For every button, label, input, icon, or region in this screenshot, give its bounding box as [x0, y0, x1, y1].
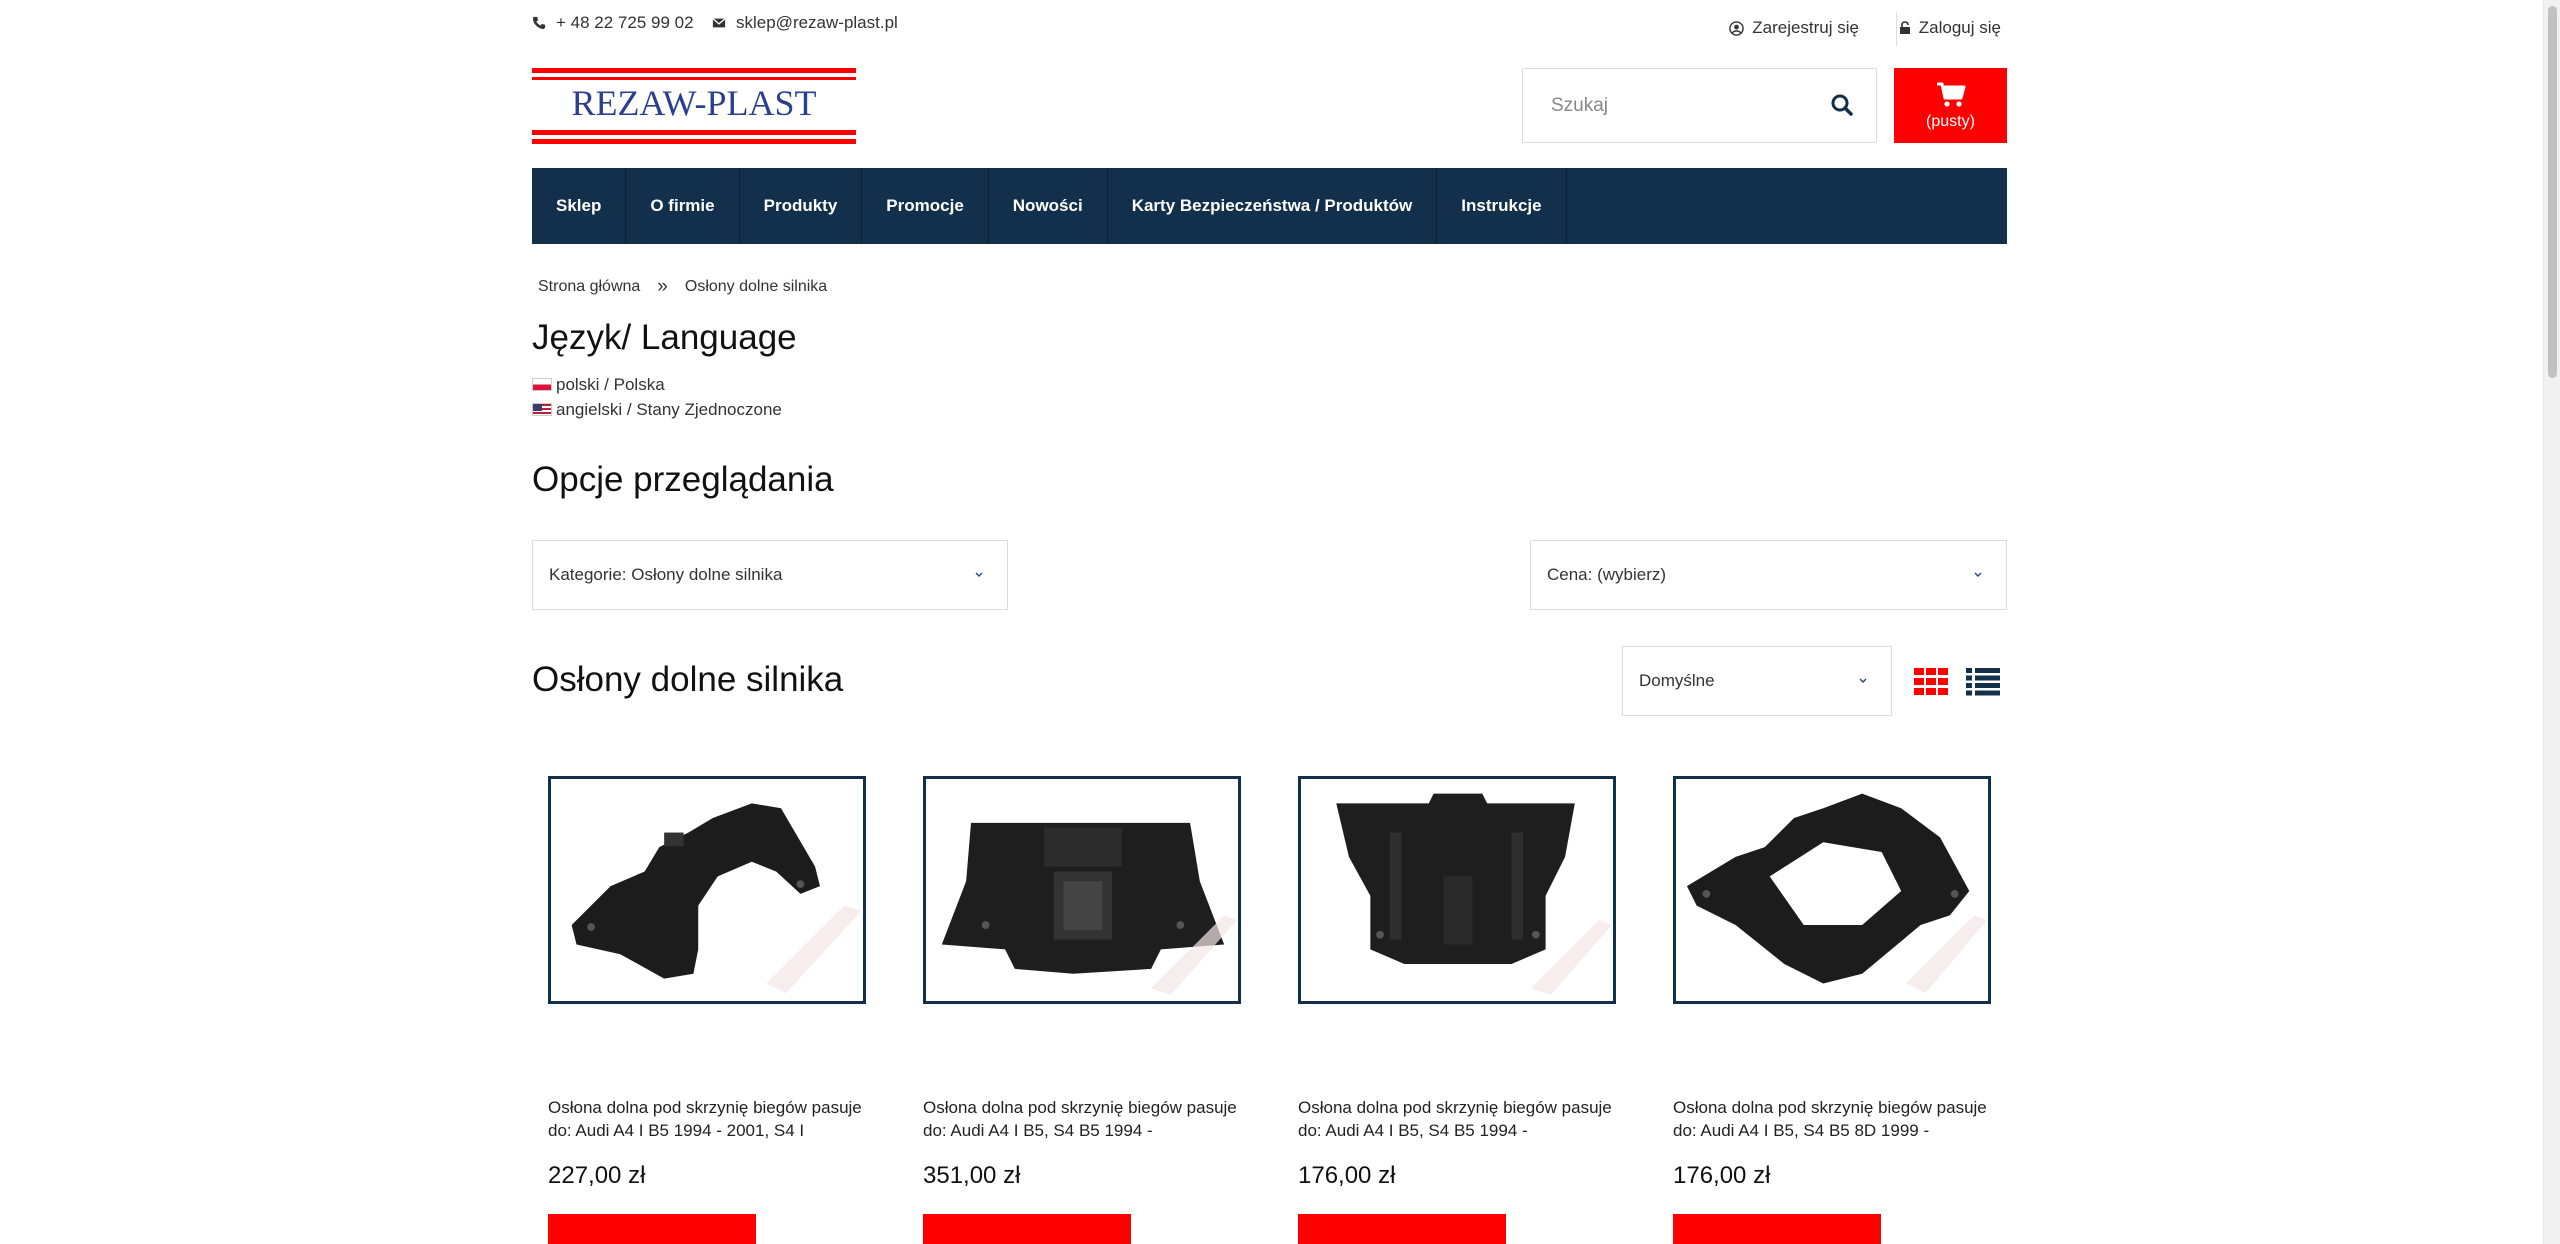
product-card[interactable]: Osłona dolna pod skrzynię biegów pasuje … [923, 776, 1241, 1244]
list-view-icon[interactable] [1966, 668, 2000, 696]
category-select[interactable]: Kategorie: Osłony dolne silnika [532, 540, 1008, 610]
us-flag-icon [532, 403, 552, 416]
language-label: polski / Polska [556, 375, 665, 394]
nav-item-nowosci[interactable]: Nowości [989, 168, 1108, 244]
top-bar: + 48 22 725 99 02 sklep@rezaw-plast.pl Z… [532, 0, 2007, 60]
chevron-down-icon [1859, 678, 1867, 683]
language-option-en[interactable]: angielski / Stany Zjednoczone [532, 397, 782, 422]
product-image[interactable] [548, 776, 866, 1004]
breadcrumb-separator: » [657, 276, 668, 297]
language-list: polski / Polska angielski / Stany Zjedno… [532, 372, 782, 422]
sort-select-value: Domyślne [1639, 671, 1715, 690]
scrollbar-thumb[interactable] [2548, 6, 2557, 378]
nav-item-promocje[interactable]: Promocje [862, 168, 989, 244]
product-price: 351,00 zł [923, 1162, 1021, 1189]
category-title: Osłony dolne silnika [532, 660, 844, 699]
register-link[interactable]: Zarejestruj się [1729, 18, 1859, 38]
main-nav: Sklep O firmie Produkty Promocje Nowości… [532, 168, 2007, 244]
cart-status: (pusty) [1926, 113, 1975, 130]
product-image[interactable] [1298, 776, 1616, 1004]
rezaw-plast-logo: REZAW-PLAST [532, 68, 856, 144]
cart-icon [1936, 82, 1965, 107]
breadcrumb-home[interactable]: Strona główna [538, 278, 640, 296]
nav-item-karty[interactable]: Karty Bezpieczeństwa / Produktów [1108, 168, 1438, 244]
add-to-cart-button[interactable] [548, 1214, 756, 1244]
phone-icon [532, 16, 546, 30]
language-title: Język/ Language [532, 318, 797, 357]
product-card[interactable]: Osłona dolna pod skrzynię biegów pasuje … [548, 776, 866, 1244]
site-logo[interactable]: REZAW-PLAST [532, 68, 856, 144]
nav-item-o-firmie[interactable]: O firmie [626, 168, 740, 244]
phone-number: + 48 22 725 99 02 [556, 13, 694, 32]
product-name[interactable]: Osłona dolna pod skrzynię biegów pasuje … [1298, 1096, 1616, 1142]
login-label: Zaloguj się [1918, 18, 2001, 37]
envelope-icon [712, 18, 726, 28]
nav-item-produkty[interactable]: Produkty [740, 168, 863, 244]
product-image[interactable] [1673, 776, 1991, 1004]
undertray-image [1336, 793, 1612, 996]
undertray-image [941, 822, 1237, 996]
chevron-down-icon [975, 572, 983, 577]
breadcrumb: Strona główna » Osłony dolne silnika [538, 276, 827, 298]
phone-contact[interactable]: + 48 22 725 99 02 [532, 13, 694, 33]
price-select-value: Cena: (wybierz) [1547, 565, 1667, 584]
price-select[interactable]: Cena: (wybierz) [1530, 540, 2007, 610]
chevron-down-icon [1974, 572, 1982, 577]
pl-flag-icon [532, 378, 552, 391]
breadcrumb-current: Osłony dolne silnika [684, 278, 828, 295]
search-input[interactable] [1523, 69, 1793, 142]
undertray-image [571, 803, 862, 994]
add-to-cart-button[interactable] [1298, 1214, 1506, 1244]
login-link[interactable]: Zaloguj się [1899, 18, 2001, 38]
product-price: 176,00 zł [1298, 1162, 1396, 1189]
grid-view-icon[interactable] [1914, 668, 1948, 696]
register-label: Zarejestruj się [1752, 18, 1859, 37]
email-contact[interactable]: sklep@rezaw-plast.pl [712, 13, 898, 33]
product-price: 227,00 zł [548, 1162, 646, 1189]
undertray-image [1686, 793, 1987, 994]
page-scrollbar[interactable] [2543, 0, 2560, 1244]
add-to-cart-button[interactable] [923, 1214, 1131, 1244]
email-address: sklep@rezaw-plast.pl [736, 13, 898, 32]
account-divider [1896, 12, 1897, 46]
user-circle-icon [1729, 20, 1744, 36]
product-name[interactable]: Osłona dolna pod skrzynię biegów pasuje … [1673, 1096, 1991, 1142]
add-to-cart-button[interactable] [1673, 1214, 1881, 1244]
search-icon[interactable] [1830, 93, 1854, 117]
product-price: 176,00 zł [1673, 1162, 1771, 1189]
product-name[interactable]: Osłona dolna pod skrzynię biegów pasuje … [548, 1096, 866, 1142]
language-option-pl[interactable]: polski / Polska [532, 372, 782, 397]
product-card[interactable]: Osłona dolna pod skrzynię biegów pasuje … [1298, 776, 1616, 1244]
sort-select[interactable]: Domyślne [1622, 646, 1892, 716]
search-box [1522, 68, 1877, 143]
category-select-value: Kategorie: Osłony dolne silnika [549, 565, 783, 584]
product-image[interactable] [923, 776, 1241, 1004]
product-name[interactable]: Osłona dolna pod skrzynię biegów pasuje … [923, 1096, 1241, 1142]
product-card[interactable]: Osłona dolna pod skrzynię biegów pasuje … [1673, 776, 1991, 1244]
nav-item-sklep[interactable]: Sklep [532, 168, 627, 244]
cart-button[interactable]: (pusty) [1894, 68, 2007, 143]
language-label: angielski / Stany Zjednoczone [556, 400, 782, 419]
nav-item-instrukcje[interactable]: Instrukcje [1437, 168, 1567, 244]
lock-icon [1899, 21, 1910, 34]
browse-options-title: Opcje przeglądania [532, 460, 834, 499]
logo-text: REZAW-PLAST [571, 83, 816, 123]
